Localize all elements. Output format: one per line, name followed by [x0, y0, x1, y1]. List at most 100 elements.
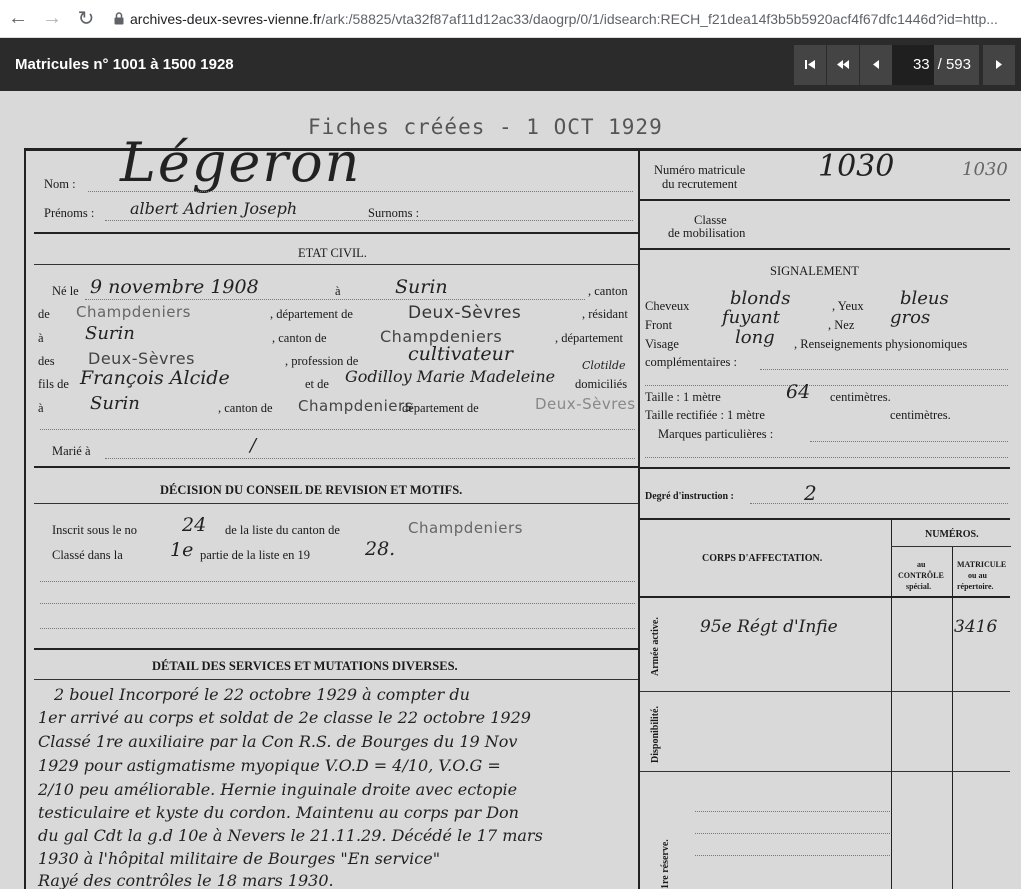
surnoms-label: Surnoms :: [368, 206, 420, 220]
signalement-bottom-rule: [640, 467, 1010, 469]
canton-value-1: Champdeniers: [76, 303, 191, 321]
numeros-sub-rule: [891, 546, 1011, 547]
inscrit-value: 24: [182, 514, 207, 536]
degre-value: 2: [804, 481, 817, 505]
taille-label: Taille : 1 mètre: [645, 390, 721, 404]
next-page-icon[interactable]: [983, 44, 1015, 85]
ne-dotted-line: [85, 299, 585, 300]
prenoms-value: albert Adrien Joseph: [130, 199, 298, 218]
detail-line: 1er arrivé au corps et soldat de 2e clas…: [38, 708, 531, 727]
au-controle-2: CONTRÔLE: [898, 571, 944, 580]
decision-blank-line-2: [40, 603, 635, 604]
nom-dotted-line: [88, 191, 633, 192]
etat-civil-top-rule: [34, 232, 638, 234]
dept-value-3: Deux-Sèvres: [535, 395, 636, 413]
pager: / 593: [793, 44, 1015, 85]
matricule-value: 1030: [818, 149, 895, 184]
affectation-top-rule: [640, 518, 1010, 520]
classe-value: 1e: [170, 539, 194, 561]
lock-icon[interactable]: [108, 7, 130, 31]
detail-line: 1930 à l'hôpital militaire de Bourges "E…: [38, 849, 441, 868]
detail-sub-rule: [34, 679, 638, 680]
forward-arrow-icon[interactable]: →: [36, 3, 68, 35]
detail-title: DÉTAIL DES SERVICES ET MUTATIONS DIVERSE…: [152, 659, 458, 673]
browser-toolbar: ← → ↻ archives-deux-sevres-vienne.fr/ark…: [0, 0, 1021, 38]
back-arrow-icon[interactable]: ←: [2, 3, 34, 35]
page-total: / 593: [933, 44, 979, 85]
detail-top-rule: [34, 648, 638, 650]
disponibilite-rule: [640, 771, 1010, 772]
etat-civil-sub-rule: [34, 264, 638, 265]
inscrit-label: Inscrit sous le no: [52, 523, 138, 537]
a-label-1: à: [335, 284, 341, 298]
decision-top-rule: [34, 466, 638, 468]
renseignements-label: , Renseignements physionomiques: [794, 337, 968, 351]
cheveux-value: blonds: [730, 288, 791, 309]
previous-ten-pages-icon[interactable]: [826, 44, 859, 85]
fils-de-label: fils de: [38, 377, 69, 391]
residant-label: , résidant: [582, 307, 628, 321]
marie-dotted-line: [105, 458, 635, 459]
first-page-icon[interactable]: [793, 44, 826, 85]
detail-line: Classé 1re auxiliaire par la Con R.S. de…: [38, 732, 518, 751]
canton-label-2: , canton de: [272, 331, 327, 345]
liste-canton-label: de la liste du canton de: [225, 523, 340, 537]
classe-mob-rule: [640, 248, 1010, 250]
detail-line: du gal Cdt la g.d 10e à Nevers le 21.11.…: [38, 826, 543, 845]
repertoire-value: 3416: [954, 617, 998, 637]
marques-dotted-line: [810, 441, 1008, 442]
yeux-label: , Yeux: [832, 299, 864, 313]
address-bar[interactable]: archives-deux-sevres-vienne.fr/ark:/5882…: [130, 11, 1010, 27]
nez-label: , Nez: [828, 318, 855, 332]
reserve-line-1: [695, 811, 890, 812]
numeros-left-rule: [891, 518, 892, 889]
domicilies-label: domiciliés: [575, 377, 628, 391]
visage-value: long: [735, 327, 775, 348]
dept-value-2: Deux-Sèvres: [88, 349, 195, 368]
reload-icon[interactable]: ↻: [70, 3, 102, 35]
signalement-title: SIGNALEMENT: [770, 264, 859, 278]
document-title: Matricules n° 1001 à 1500 1928: [15, 56, 234, 73]
au-controle-1: au: [917, 560, 926, 569]
taille-rectifiee-label: Taille rectifiée : 1 mètre: [645, 408, 765, 422]
decision-blank-line-1: [40, 581, 635, 582]
frame-middle: [638, 151, 640, 889]
et-de-label: et de: [305, 377, 329, 391]
prenoms-label: Prénoms :: [44, 206, 95, 220]
departement-label-2: , département: [555, 331, 624, 345]
decision-sub-rule: [34, 503, 638, 504]
viewer-toolbar: Matricules n° 1001 à 1500 1928 / 593: [0, 38, 1021, 91]
corps-title: CORPS D'AFFECTATION.: [702, 553, 823, 564]
complementaires-dotted-line: [760, 369, 1008, 370]
etat-civil-blank-line: [40, 429, 635, 430]
ne-le-label: Né le: [52, 284, 79, 298]
a-label-3: à: [38, 401, 44, 415]
numeros-title: NUMÉROS.: [925, 529, 979, 540]
prenoms-dotted-line: [105, 220, 633, 221]
complementaires-blank-line: [645, 385, 1008, 386]
detail-line: 2/10 peu améliorable. Hernie inguinale d…: [38, 780, 518, 799]
canton-label-3: , canton de: [218, 401, 273, 415]
centimetres-label-2: centimètres.: [890, 408, 951, 422]
reserve-line-3: [695, 855, 890, 856]
a-label-2: à: [38, 331, 44, 345]
canton-value-3: Champdeniers: [298, 397, 413, 415]
pere-value: François Alcide: [80, 367, 230, 389]
detail-line: Rayé des contrôles le 18 mars 1930.: [38, 871, 334, 889]
des-label: des: [38, 354, 55, 368]
etat-civil-title: ETAT CIVIL.: [298, 246, 367, 260]
domicile-lieu-value: Surin: [90, 393, 140, 414]
scanned-document[interactable]: Fiches créées - 1 OCT 1929 Nom : Légeron…: [0, 91, 1021, 889]
detail-line: testiculaire et kyste du cordon. Mainten…: [38, 803, 519, 822]
disponibilite-label: Disponibilité.: [650, 706, 661, 763]
previous-page-icon[interactable]: [859, 44, 892, 85]
detail-line: 2 bouel Incorporé le 22 octobre 1929 à c…: [54, 685, 470, 704]
front-value: fuyant: [722, 307, 780, 328]
url-host: archives-deux-sevres-vienne.fr: [130, 10, 322, 27]
classe-mob-label-2: de mobilisation: [668, 226, 746, 240]
reserve-label: 1re réserve.: [660, 839, 671, 889]
degre-label: Degré d'instruction :: [645, 491, 734, 502]
page-number-input[interactable]: [891, 44, 934, 85]
marques-label: Marques particulières :: [658, 427, 774, 441]
matricule-label-2: du recrutement: [662, 177, 738, 191]
